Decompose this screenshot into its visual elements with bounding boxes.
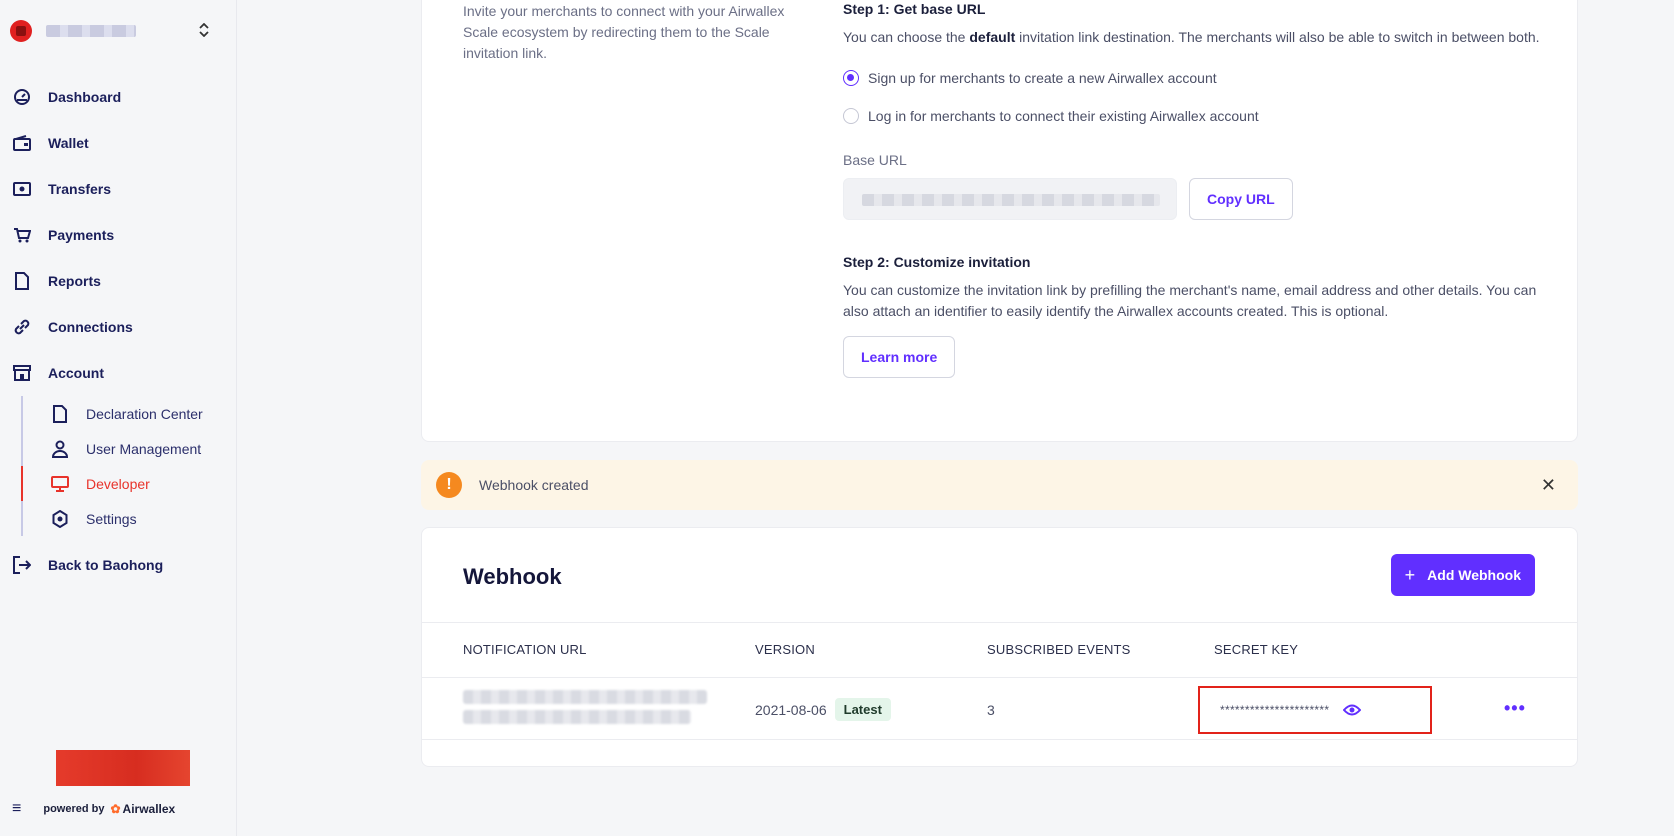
eye-icon[interactable] (1343, 703, 1362, 717)
nav-label: Account (48, 365, 104, 381)
promo-banner-redacted[interactable] (56, 750, 190, 786)
org-switcher[interactable] (10, 18, 210, 44)
nav-item-reports[interactable]: Reports (0, 258, 236, 304)
col-notification-url: NOTIFICATION URL (463, 642, 587, 657)
cart-icon (12, 225, 32, 245)
warning-icon: ! (436, 472, 462, 498)
user-icon (51, 440, 69, 458)
powered-by-text: powered by (43, 803, 105, 815)
nav-item-dashboard[interactable]: Dashboard (0, 74, 236, 120)
close-icon[interactable]: ✕ (1541, 475, 1556, 496)
step2-description: You can customize the invitation link by… (843, 282, 1537, 319)
table-header: NOTIFICATION URL VERSION SUBSCRIBED EVEN… (422, 622, 1577, 678)
nav-item-payments[interactable]: Payments (0, 212, 236, 258)
sub-label: Declaration Center (86, 405, 203, 422)
webhook-card: Webhook + Add Webhook NOTIFICATION URL V… (421, 527, 1578, 767)
step2-title: Step 2: Customize invitation (843, 254, 1031, 270)
step1-title: Step 1: Get base URL (843, 1, 986, 17)
main-nav: Dashboard Wallet Transfers Payments Repo… (0, 74, 236, 588)
base-url-label: Base URL (843, 152, 907, 168)
base-url-row: Copy URL (843, 178, 1543, 220)
document-icon (51, 404, 69, 423)
sidebar-item-developer[interactable]: Developer (21, 466, 236, 501)
webhook-created-toast: ! Webhook created ✕ (421, 460, 1578, 510)
radio-login-label: Log in for merchants to connect their ex… (868, 108, 1259, 124)
airwallex-logo: ✿ Airwallex (110, 802, 175, 816)
learn-more-button[interactable]: Learn more (843, 336, 956, 378)
sidebar-item-user-management[interactable]: User Management (23, 431, 236, 466)
sub-label: Developer (86, 475, 150, 492)
menu-icon[interactable]: ≡ (12, 800, 21, 818)
nav-label: Payments (48, 227, 115, 243)
copy-url-button[interactable]: Copy URL (1189, 178, 1293, 220)
radio-signup[interactable]: Sign up for merchants to create a new Ai… (843, 66, 1543, 90)
table-row[interactable]: 2021-08-06 Latest 3 ********************… (422, 678, 1577, 740)
step1-description: You can choose the default invitation li… (843, 27, 1543, 48)
base-url-field-redacted[interactable] (843, 178, 1177, 220)
nav-item-wallet[interactable]: Wallet (0, 120, 236, 166)
document-icon (12, 271, 32, 291)
nav-item-account[interactable]: Account (0, 350, 236, 396)
step1-desc-post: invitation link destination. The merchan… (1019, 29, 1540, 45)
brand-text: Airwallex (122, 802, 176, 816)
org-logo (10, 20, 32, 42)
nav-label: Transfers (48, 181, 112, 197)
nav-label: Dashboard (48, 89, 122, 105)
version-value: 2021-08-06 (755, 701, 827, 718)
transfers-icon (12, 179, 32, 199)
nav-item-transfers[interactable]: Transfers (0, 166, 236, 212)
nav-label: Back to Baohong (48, 557, 164, 573)
radio-login[interactable]: Log in for merchants to connect their ex… (843, 104, 1543, 128)
scale-invitation-card: Invite your merchants to connect with yo… (421, 0, 1578, 442)
latest-badge: Latest (834, 698, 891, 721)
nav-label: Connections (48, 319, 133, 335)
radio-unselected[interactable] (843, 108, 859, 124)
more-options-icon[interactable]: ••• (1504, 698, 1526, 719)
link-icon (12, 317, 32, 337)
add-webhook-label: Add Webhook (1427, 567, 1521, 583)
sub-label: Settings (86, 510, 137, 527)
sidebar-item-declaration-center[interactable]: Declaration Center (23, 396, 236, 431)
store-icon (12, 363, 32, 383)
version-cell: 2021-08-06 Latest (755, 698, 891, 721)
nav-item-back[interactable]: Back to Baohong (0, 542, 236, 588)
wallet-icon (12, 133, 32, 153)
col-version: VERSION (755, 642, 815, 657)
steps: Step 1: Get base URL You can choose the … (843, 1, 1543, 378)
col-subscribed-events: SUBSCRIBED EVENTS (987, 642, 1131, 657)
webhook-title: Webhook (463, 564, 562, 589)
chevron-updown-icon[interactable] (198, 22, 210, 40)
notification-url-redacted (463, 690, 707, 730)
nav-label: Reports (48, 273, 101, 289)
sub-label: User Management (86, 440, 202, 457)
add-webhook-button[interactable]: + Add Webhook (1390, 554, 1535, 596)
scale-intro-text: Invite your merchants to connect with yo… (463, 3, 785, 61)
dashboard-icon (12, 87, 32, 107)
radio-signup-label: Sign up for merchants to create a new Ai… (868, 70, 1217, 86)
account-submenu: Declaration Center User Management Devel… (21, 396, 236, 536)
subscribed-events-count: 3 (987, 702, 995, 718)
nav-item-connections[interactable]: Connections (0, 304, 236, 350)
nav-label: Wallet (48, 135, 89, 151)
exit-icon (12, 555, 32, 575)
monitor-icon (51, 475, 69, 493)
sidebar: Dashboard Wallet Transfers Payments Repo… (0, 0, 237, 836)
toast-message: Webhook created (479, 477, 589, 493)
radio-selected[interactable] (843, 70, 859, 86)
powered-by: ≡ powered by ✿ Airwallex (12, 800, 175, 818)
airwallex-mark-icon: ✿ (110, 802, 121, 816)
org-name-redacted (46, 25, 136, 37)
sidebar-item-settings[interactable]: Settings (23, 501, 236, 536)
step1-desc-bold: default (969, 29, 1016, 45)
settings-icon (51, 509, 69, 528)
col-secret-key: SECRET KEY (1214, 642, 1299, 657)
step1-desc-pre: You can choose the (843, 29, 966, 45)
secret-key-cell: ********************** (1198, 686, 1432, 734)
plus-icon: + (1404, 564, 1416, 585)
secret-key-masked: ********************** (1220, 703, 1330, 717)
